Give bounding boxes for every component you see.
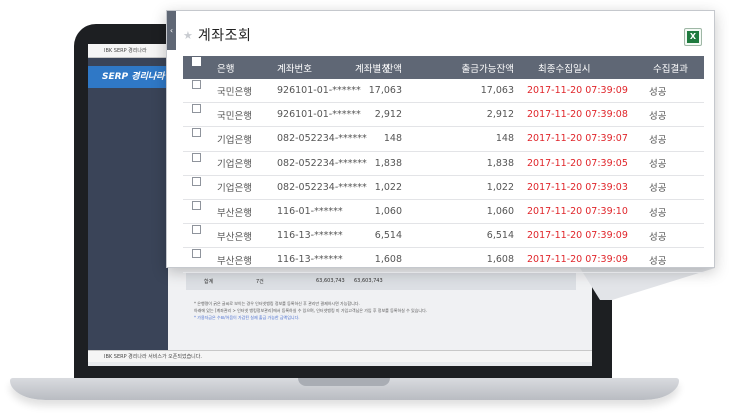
cell-balance: 1,060 — [374, 206, 402, 218]
cell-balance: 1,022 — [374, 181, 402, 193]
cell-result: 성공 — [649, 110, 667, 122]
table-header: 은행 계좌번호 계좌별칭 잔액 출금가능잔액 최종수집일시 수집결과 — [183, 56, 704, 79]
select-all-checkbox[interactable] — [192, 57, 201, 66]
cell-account: 082-052234-****** — [277, 181, 367, 193]
cell-account: 926101-01-****** — [277, 109, 361, 121]
cell-result: 성공 — [649, 207, 667, 219]
column-header-result[interactable]: 수집결과 — [653, 61, 688, 75]
cell-balance: 2,912 — [374, 109, 402, 121]
cell-result: 성공 — [649, 183, 667, 195]
excel-export-icon[interactable] — [684, 28, 702, 46]
table-row[interactable]: 국민은행 926101-01-****** 2,912 2,912 2017-1… — [183, 103, 704, 128]
panel-header: ★ 계좌조회 — [183, 23, 251, 47]
cell-account: 116-13-****** — [277, 254, 343, 266]
cell-result: 성공 — [649, 86, 667, 98]
account-inquiry-panel: ‹ ★ 계좌조회 은행 계좌번호 계좌별칭 잔액 출금가능잔액 최종수집일시 수… — [166, 10, 715, 273]
column-header-balance[interactable]: 잔액 — [385, 61, 402, 75]
cell-account: 116-01-****** — [277, 206, 343, 218]
cell-bank: 기업은행 — [217, 159, 252, 171]
cell-account: 082-052234-****** — [277, 133, 367, 145]
cell-available: 17,063 — [480, 85, 514, 97]
cell-date: 2017-11-20 07:39:09 — [527, 254, 628, 266]
cell-balance: 1,838 — [374, 157, 402, 169]
row-checkbox[interactable] — [192, 249, 201, 259]
cell-bank: 부산은행 — [217, 231, 252, 243]
cell-date: 2017-11-20 07:39:08 — [527, 109, 628, 121]
cell-available: 1,838 — [486, 157, 514, 169]
row-checkbox[interactable] — [192, 104, 201, 114]
row-checkbox[interactable] — [192, 200, 201, 210]
account-table: 은행 계좌번호 계좌별칭 잔액 출금가능잔액 최종수집일시 수집결과 국민은행 … — [183, 56, 704, 273]
cell-date: 2017-11-20 07:39:05 — [527, 157, 628, 169]
cell-date: 2017-11-20 07:39:03 — [527, 181, 628, 193]
cell-bank: 국민은행 — [217, 110, 252, 122]
cell-bank: 부산은행 — [217, 207, 252, 219]
cell-date: 2017-11-20 07:39:09 — [527, 230, 628, 242]
cell-bank: 기업은행 — [217, 134, 252, 146]
cell-date: 2017-11-20 07:39:07 — [527, 133, 628, 145]
page-title: 계좌조회 — [197, 28, 252, 44]
cell-available: 1,608 — [486, 254, 514, 266]
cell-result: 성공 — [649, 255, 667, 267]
cell-bank: 기업은행 — [217, 183, 252, 195]
cell-balance: 1,608 — [374, 254, 402, 266]
table-row[interactable]: 국민은행 926101-01-****** 17,063 17,063 2017… — [183, 79, 704, 104]
callout-wedge-shape — [580, 268, 715, 300]
cell-bank: 부산은행 — [217, 255, 252, 267]
table-row[interactable]: 부산은행 116-13-****** 6,514 6,514 2017-11-2… — [183, 224, 704, 249]
cell-account: 082-052234-****** — [277, 157, 367, 169]
row-checkbox[interactable] — [192, 152, 201, 162]
row-checkbox[interactable] — [192, 80, 201, 89]
table-body: 국민은행 926101-01-****** 17,063 17,063 2017… — [183, 79, 704, 273]
cell-available: 6,514 — [486, 230, 514, 242]
cell-bank: 국민은행 — [217, 86, 252, 98]
cell-available: 1,022 — [486, 181, 514, 193]
table-row[interactable]: 기업은행 082-052234-****** 1,838 1,838 2017-… — [183, 152, 704, 176]
cell-result: 성공 — [649, 159, 667, 171]
cell-balance: 148 — [383, 133, 402, 145]
cell-available: 148 — [495, 133, 514, 145]
cell-available: 1,060 — [486, 206, 514, 218]
table-row[interactable]: 부산은행 116-01-****** 1,060 1,060 2017-11-2… — [183, 200, 704, 225]
cell-result: 성공 — [649, 231, 667, 243]
cell-balance: 6,514 — [374, 230, 402, 242]
cell-date: 2017-11-20 07:39:10 — [527, 206, 628, 218]
column-header-bank[interactable]: 은행 — [217, 61, 234, 75]
table-row[interactable]: 부산은행 116-13-****** 1,608 1,608 2017-11-2… — [183, 248, 704, 273]
collapse-tab[interactable]: ‹ — [167, 11, 176, 50]
row-checkbox[interactable] — [192, 225, 201, 235]
star-icon[interactable]: ★ — [183, 29, 193, 42]
column-header-available[interactable]: 출금가능잔액 — [462, 61, 514, 75]
cell-available: 2,912 — [486, 109, 514, 121]
cell-account: 926101-01-****** — [277, 85, 361, 97]
column-header-date[interactable]: 최종수집일시 — [538, 61, 590, 75]
column-header-account[interactable]: 계좌번호 — [277, 61, 312, 75]
row-checkbox[interactable] — [192, 176, 201, 186]
cell-result: 성공 — [649, 134, 667, 146]
table-row[interactable]: 기업은행 082-052234-****** 1,022 1,022 2017-… — [183, 176, 704, 200]
cell-balance: 17,063 — [368, 85, 402, 97]
table-row[interactable]: 기업은행 082-052234-****** 148 148 2017-11-2… — [183, 127, 704, 152]
row-checkbox[interactable] — [192, 128, 201, 138]
cell-date: 2017-11-20 07:39:09 — [527, 85, 628, 97]
cell-account: 116-13-****** — [277, 230, 343, 242]
